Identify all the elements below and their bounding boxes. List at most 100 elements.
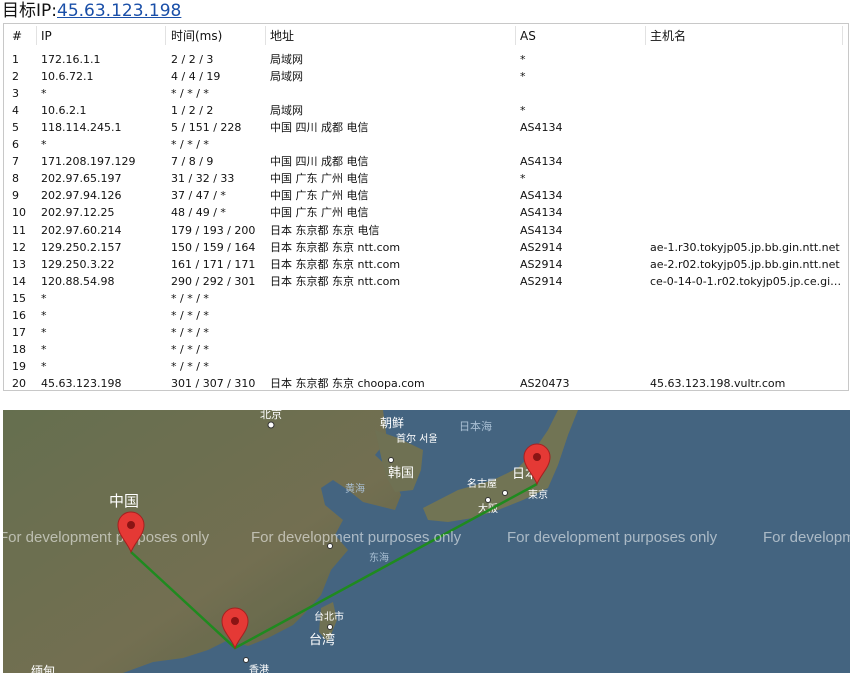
column-header-as[interactable]: AS — [520, 28, 645, 45]
table-row[interactable]: 4 10.6.2.1 1 / 2 / 2 局域网 * — [4, 102, 842, 119]
table-row[interactable]: 10 202.97.12.25 48 / 49 / * 中国 广东 广州 电信 AS41… — [4, 204, 842, 221]
cell-address: 日本 东京都 东京 电信 — [270, 223, 380, 237]
table-row[interactable]: 2 10.6.72.1 4 / 4 / 19 局域网 * — [4, 68, 842, 85]
cell-hostname: 45.63.123.198.vultr.com — [650, 376, 786, 390]
cell-hop: 8 — [12, 172, 19, 186]
cell-time: * / * / * — [171, 87, 209, 101]
map-label-seoul: 首尔 서울 — [396, 432, 438, 445]
map-label-beijing: 北京 — [260, 410, 282, 421]
cell-ip: * — [41, 291, 47, 305]
table-row[interactable]: 5 118.114.245.1 5 / 151 / 228 中国 四川 成都 电信 AS… — [4, 119, 842, 136]
cell-address: 日本 东京都 东京 ntt.com — [270, 257, 401, 271]
table-row[interactable]: 14 120.88.54.98 290 / 292 / 301 日本 东京都 东京 n… — [4, 273, 842, 290]
table-row[interactable]: 12 129.250.2.157 150 / 159 / 164 日本 东京都 东京 … — [4, 239, 842, 256]
cell-address: 中国 广东 广州 电信 — [270, 172, 369, 186]
cell-hop: 2 — [12, 70, 19, 84]
cell-address: 中国 四川 成都 电信 — [270, 155, 369, 169]
cell-as: * — [520, 104, 526, 118]
column-divider[interactable] — [645, 26, 646, 45]
column-header-hostname[interactable]: 主机名 — [650, 28, 842, 45]
table-row[interactable]: 9 202.97.94.126 37 / 47 / * 中国 广东 广州 电信 AS41… — [4, 187, 842, 204]
cell-time: * / * / * — [171, 138, 209, 152]
cell-as: AS2914 — [520, 257, 563, 271]
map-label-taiwan: 台湾 — [309, 632, 335, 648]
cell-ip: 202.97.60.214 — [41, 223, 122, 237]
cell-ip: 118.114.245.1 — [41, 121, 122, 135]
watermark-text: For development purposes only — [3, 529, 210, 546]
cell-as: * — [520, 53, 526, 66]
table-row[interactable]: 18 * * / * / * — [4, 341, 842, 358]
table-row[interactable]: 20 45.63.123.198 301 / 307 / 310 日本 东京都 东京 … — [4, 375, 842, 392]
target-ip-link[interactable]: 45.63.123.198 — [57, 1, 181, 21]
column-header-ip[interactable]: IP — [41, 28, 166, 45]
cell-hop: 1 — [12, 53, 19, 66]
cell-address: 中国 广东 广州 电信 — [270, 189, 369, 203]
table-row[interactable]: 3 * * / * / * — [4, 85, 842, 102]
cell-as: AS4134 — [520, 206, 563, 220]
cell-as: AS4134 — [520, 189, 563, 203]
city-dot — [485, 497, 491, 503]
cell-time: 179 / 193 / 200 — [171, 223, 256, 237]
table-row[interactable]: 13 129.250.3.22 161 / 171 / 171 日本 东京都 东京 n… — [4, 256, 842, 273]
cell-ip: 45.63.123.198 — [41, 376, 122, 390]
cell-time: 31 / 32 / 33 — [171, 172, 235, 186]
cell-ip: 120.88.54.98 — [41, 274, 115, 288]
table-row[interactable]: 11 202.97.60.214 179 / 193 / 200 日本 东京都 东京 … — [4, 222, 842, 239]
route-map[interactable]: 北京 朝鲜 首尔 서울 韩国 日本海 黄海 东海 中国 日本 名古屋 大阪 東京… — [3, 410, 850, 673]
cell-ip: 202.97.12.25 — [41, 206, 115, 220]
cell-time: 37 / 47 / * — [171, 189, 226, 203]
cell-time: * / * / * — [171, 291, 209, 305]
city-dot — [243, 657, 249, 663]
cell-ip: 129.250.2.157 — [41, 240, 122, 254]
cell-time: 4 / 4 / 19 — [171, 70, 221, 84]
cell-time: * / * / * — [171, 308, 209, 322]
cell-address: 日本 东京都 东京 choopa.com — [270, 376, 425, 390]
cell-time: 290 / 292 / 301 — [171, 274, 256, 288]
table-row[interactable]: 15 * * / * / * — [4, 290, 842, 307]
cell-time: 301 / 307 / 310 — [171, 376, 256, 390]
table-row[interactable]: 1 172.16.1.1 2 / 2 / 3 局域网 * — [4, 51, 842, 68]
cell-time: 2 / 2 / 3 — [171, 53, 214, 66]
cell-as: * — [520, 172, 526, 186]
watermark-text: For development purposes only — [763, 529, 850, 546]
table-row[interactable]: 6 * * / * / * — [4, 136, 842, 153]
cell-time: 150 / 159 / 164 — [171, 240, 256, 254]
column-header-address[interactable]: 地址 — [270, 28, 515, 45]
cell-time: 5 / 151 / 228 — [171, 121, 242, 135]
marker-dot — [533, 453, 541, 461]
cell-as: AS4134 — [520, 121, 563, 135]
cell-ip: * — [41, 342, 47, 356]
cell-hop: 11 — [12, 223, 26, 237]
cell-hop: 17 — [12, 325, 26, 339]
table-row[interactable]: 7 171.208.197.129 7 / 8 / 9 中国 四川 成都 电信 AS41… — [4, 153, 842, 170]
cell-time: 48 / 49 / * — [171, 206, 226, 220]
table-row[interactable]: 16 * * / * / * — [4, 307, 842, 324]
map-label-taipei: 台北市 — [314, 610, 344, 623]
cell-ip: 10.6.72.1 — [41, 70, 94, 84]
cell-hop: 13 — [12, 257, 26, 271]
cell-ip: * — [41, 308, 47, 322]
watermark-text: For development purposes only — [251, 529, 462, 546]
cell-address: 中国 四川 成都 电信 — [270, 121, 369, 135]
city-dot — [388, 457, 394, 463]
column-header-hop[interactable]: # — [12, 28, 40, 45]
cell-time: 7 / 8 / 9 — [171, 155, 214, 169]
column-divider[interactable] — [842, 26, 843, 45]
cell-hop: 12 — [12, 240, 26, 254]
cell-ip: 202.97.65.197 — [41, 172, 122, 186]
map-canvas[interactable]: 北京 朝鲜 首尔 서울 韩国 日本海 黄海 东海 中国 日本 名古屋 大阪 東京… — [3, 410, 850, 673]
cell-as: AS4134 — [520, 155, 563, 169]
map-label-nagoya: 名古屋 — [467, 477, 497, 490]
cell-hop: 16 — [12, 308, 26, 322]
watermark-text: For development purposes only — [507, 529, 718, 546]
column-header-time[interactable]: 时间(ms) — [171, 28, 266, 45]
cell-ip: * — [41, 325, 47, 339]
table-row[interactable]: 19 * * / * / * — [4, 358, 842, 375]
cell-hostname: ce-0-14-0-1.r02.tokyjp05.jp.ce.gin.... — [650, 274, 842, 288]
cell-hop: 14 — [12, 274, 26, 288]
column-divider[interactable] — [515, 26, 516, 45]
cell-address: 日本 东京都 东京 ntt.com — [270, 274, 401, 288]
cell-hop: 10 — [12, 206, 26, 220]
table-row[interactable]: 8 202.97.65.197 31 / 32 / 33 中国 广东 广州 电信 * — [4, 170, 842, 187]
table-row[interactable]: 17 * * / * / * — [4, 324, 842, 341]
